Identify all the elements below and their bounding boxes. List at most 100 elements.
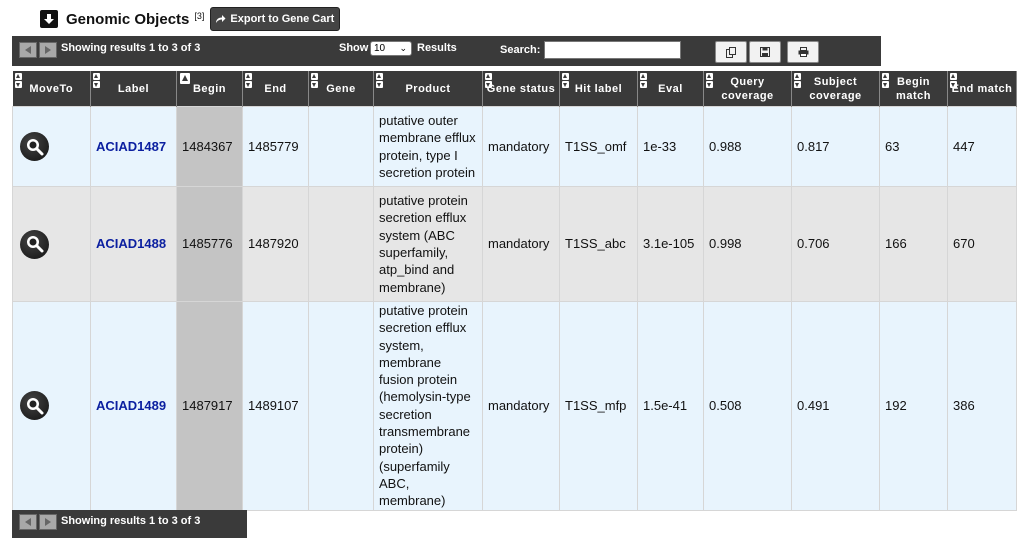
column-header-query-coverage[interactable]: Query coverage <box>703 71 792 107</box>
column-header-subject-coverage[interactable]: Subject coverage <box>791 71 880 107</box>
triangle-right-icon <box>45 518 51 526</box>
sort-arrows-icon <box>485 73 493 88</box>
results-status: Showing results 1 to 3 of 3 <box>61 515 201 527</box>
column-header-begin[interactable]: Begin <box>176 71 243 107</box>
moveto-cell <box>12 301 91 511</box>
gene-status-cell: mandatory <box>482 106 560 187</box>
table-toolbar: Showing results 1 to 3 of 3 Show 10 ⌄ Re… <box>12 36 881 66</box>
product-cell: putative protein secretion efflux system… <box>373 186 483 302</box>
results-table: MoveTo Label Begin End Gene Product Gene… <box>12 71 1017 511</box>
label-cell: ACIAD1487 <box>90 106 177 187</box>
sort-arrows-icon <box>562 73 570 88</box>
magnifier-icon[interactable] <box>20 391 49 421</box>
sort-arrows-icon <box>640 73 648 88</box>
save-button[interactable] <box>749 41 781 63</box>
begin-cell: 1485776 <box>176 186 243 302</box>
page-size-select[interactable]: 10 ⌄ <box>370 41 412 56</box>
results-label: Results <box>417 42 457 54</box>
end-cell: 1489107 <box>242 301 309 511</box>
hit-label-cell: T1SS_abc <box>559 186 638 302</box>
end-cell: 1487920 <box>242 186 309 302</box>
floppy-disk-icon <box>760 47 770 57</box>
table-row: ACIAD1488 1485776 1487920 putative prote… <box>12 186 1017 302</box>
bottom-pager-toolbar: Showing results 1 to 3 of 3 <box>12 510 247 538</box>
triangle-left-icon <box>25 46 31 54</box>
column-header-eval[interactable]: Eval <box>637 71 704 107</box>
eval-cell: 3.1e-105 <box>637 186 704 302</box>
sort-arrows-icon <box>376 73 384 88</box>
sort-arrows-icon <box>950 73 958 88</box>
column-header-hit-label[interactable]: Hit label <box>559 71 638 107</box>
show-label: Show <box>339 42 369 54</box>
magnifier-icon[interactable] <box>20 229 49 259</box>
gene-link[interactable]: ACIAD1489 <box>96 398 166 413</box>
column-header-gene[interactable]: Gene <box>308 71 374 107</box>
chevron-down-icon: ⌄ <box>399 43 407 53</box>
subject-coverage-cell: 0.706 <box>791 186 880 302</box>
collapse-arrow-icon[interactable] <box>40 10 58 28</box>
begin-cell: 1484367 <box>176 106 243 187</box>
table-header-row: MoveTo Label Begin End Gene Product Gene… <box>12 71 1017 107</box>
begin-match-cell: 166 <box>879 186 948 302</box>
search-input[interactable] <box>544 41 681 59</box>
product-cell: putative protein secretion efflux system… <box>373 301 483 511</box>
moveto-cell <box>12 106 91 187</box>
gene-status-cell: mandatory <box>482 186 560 302</box>
query-coverage-cell: 0.998 <box>703 186 792 302</box>
page-title: Genomic Objects <box>66 10 190 28</box>
next-page-button[interactable] <box>39 42 57 58</box>
triangle-right-icon <box>45 46 51 54</box>
eval-cell: 1e-33 <box>637 106 704 187</box>
result-count-badge: [3] <box>194 11 205 21</box>
section-header: Genomic Objects [3] Export to Gene Cart <box>40 6 341 32</box>
magnifier-icon[interactable] <box>20 132 49 161</box>
column-header-moveto[interactable]: MoveTo <box>12 71 91 107</box>
column-header-begin-match[interactable]: Begin match <box>879 71 948 107</box>
next-page-button[interactable] <box>39 514 57 530</box>
copy-button[interactable] <box>715 41 747 63</box>
column-header-end-match[interactable]: End match <box>947 71 1017 107</box>
sort-arrows-icon <box>794 73 802 88</box>
subject-coverage-cell: 0.817 <box>791 106 880 187</box>
triangle-left-icon <box>25 518 31 526</box>
end-match-cell: 670 <box>947 186 1017 302</box>
share-arrow-icon <box>216 15 226 23</box>
query-coverage-cell: 0.988 <box>703 106 792 187</box>
previous-page-button[interactable] <box>19 42 37 58</box>
sort-arrows-icon <box>245 73 253 88</box>
moveto-cell <box>12 186 91 302</box>
gene-cell <box>308 106 374 187</box>
end-cell: 1485779 <box>242 106 309 187</box>
sort-arrows-icon <box>706 73 714 88</box>
end-match-cell: 386 <box>947 301 1017 511</box>
column-header-product[interactable]: Product <box>373 71 483 107</box>
subject-coverage-cell: 0.491 <box>791 301 880 511</box>
sort-arrows-icon <box>311 73 319 88</box>
column-header-gene-status[interactable]: Gene status <box>482 71 560 107</box>
table-row: ACIAD1489 1487917 1489107 putative prote… <box>12 301 1017 511</box>
export-button-label: Export to Gene Cart <box>230 13 335 25</box>
end-match-cell: 447 <box>947 106 1017 187</box>
sort-ascending-icon <box>180 73 190 84</box>
printer-icon <box>798 47 808 57</box>
gene-cell <box>308 186 374 302</box>
product-cell: putative outer membrane efflux protein, … <box>373 106 483 187</box>
sort-arrows-icon <box>14 73 23 88</box>
begin-cell: 1487917 <box>176 301 243 511</box>
previous-page-button[interactable] <box>19 514 37 530</box>
search-label: Search: <box>500 44 541 56</box>
results-status: Showing results 1 to 3 of 3 <box>61 42 201 54</box>
gene-link[interactable]: ACIAD1487 <box>96 139 166 154</box>
page-size-value: 10 <box>374 43 386 54</box>
copy-icon <box>725 46 736 58</box>
print-button[interactable] <box>787 41 819 63</box>
hit-label-cell: T1SS_mfp <box>559 301 638 511</box>
export-to-gene-cart-button[interactable]: Export to Gene Cart <box>210 7 341 31</box>
begin-match-cell: 63 <box>879 106 948 187</box>
hit-label-cell: T1SS_omf <box>559 106 638 187</box>
column-header-end[interactable]: End <box>242 71 309 107</box>
sort-arrows-icon <box>882 73 890 88</box>
gene-link[interactable]: ACIAD1488 <box>96 236 166 251</box>
sort-arrows-icon <box>93 73 101 88</box>
column-header-label[interactable]: Label <box>90 71 177 107</box>
